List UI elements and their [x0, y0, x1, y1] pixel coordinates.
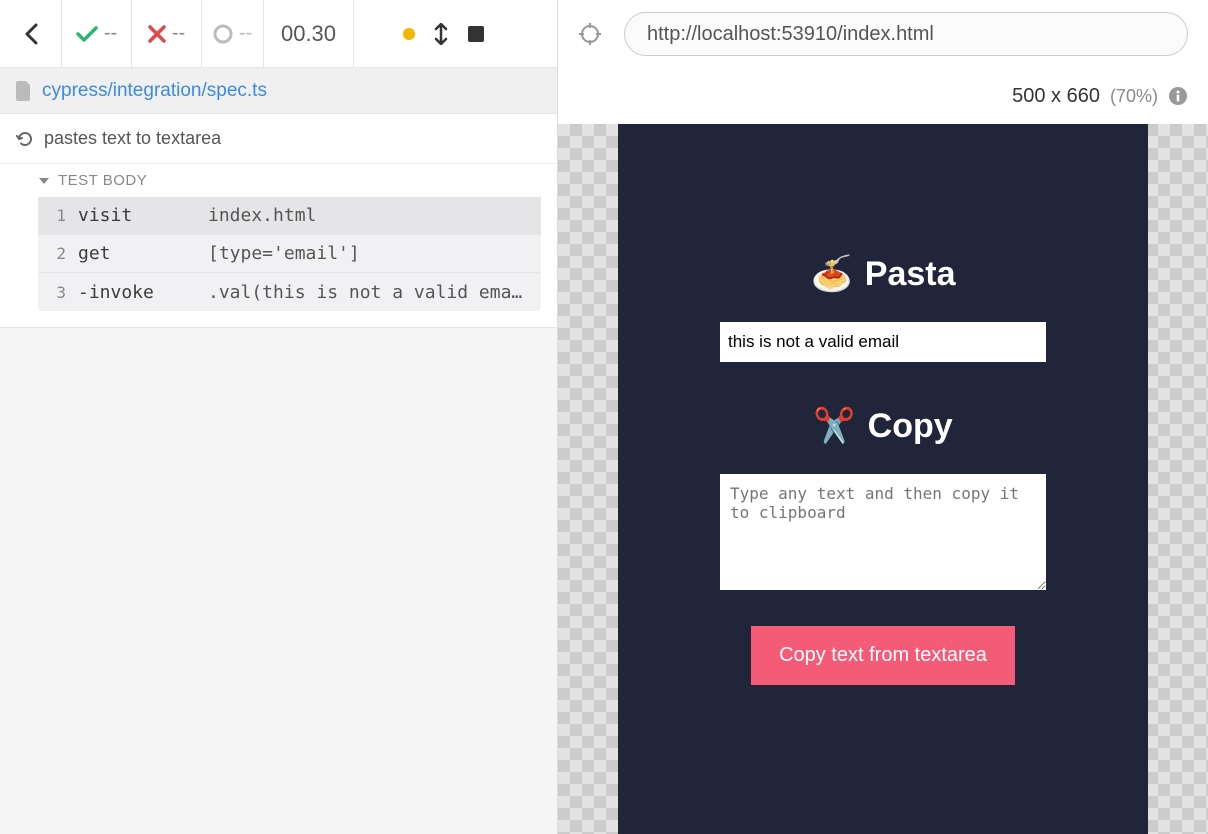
- viewport-dimensions: 500 x 660: [1012, 85, 1100, 108]
- info-icon[interactable]: [1168, 86, 1188, 106]
- command-number: 3: [38, 283, 78, 302]
- copy-heading-text: Copy: [868, 407, 953, 446]
- copy-heading: ✂️ Copy: [813, 406, 952, 446]
- x-icon: [148, 25, 166, 43]
- pasta-heading: 🍝 Pasta: [810, 254, 955, 294]
- command-row[interactable]: 1 visit index.html: [38, 197, 541, 235]
- command-name: -invoke: [78, 282, 208, 303]
- copy-textarea[interactable]: [720, 474, 1046, 590]
- url-bar: [558, 0, 1208, 68]
- command-arg: index.html: [208, 205, 541, 226]
- toolbar-spacer: [354, 0, 557, 67]
- pass-count: --: [62, 0, 132, 67]
- chevron-down-icon: [38, 176, 50, 186]
- resize-icon[interactable]: [433, 23, 449, 45]
- test-body-label: TEST BODY: [58, 172, 147, 189]
- pending-count: --: [202, 0, 264, 67]
- command-name: visit: [78, 205, 208, 226]
- command-number: 1: [38, 206, 78, 225]
- back-button[interactable]: [0, 0, 62, 67]
- command-row[interactable]: 3 -invoke .val(this is not a valid ema…: [38, 273, 541, 311]
- preview-area: 🍝 Pasta ✂️ Copy Copy text from textarea: [558, 124, 1208, 834]
- spaghetti-icon: 🍝: [810, 254, 852, 294]
- app-frame: 🍝 Pasta ✂️ Copy Copy text from textarea: [618, 124, 1148, 834]
- pass-count-value: --: [104, 22, 117, 45]
- document-icon: [16, 81, 32, 101]
- crosshair-icon[interactable]: [578, 22, 602, 46]
- pending-count-value: --: [239, 22, 252, 45]
- cypress-runner-panel: -- -- -- 00.30 cypress/integration/spec.…: [0, 0, 558, 834]
- status-dot-icon: [403, 28, 415, 40]
- spec-file-bar[interactable]: cypress/integration/spec.ts: [0, 68, 557, 114]
- elapsed-time-value: 00.30: [281, 21, 336, 47]
- email-field[interactable]: [720, 322, 1046, 362]
- viewport-scale: (70%): [1110, 86, 1158, 107]
- viewport-info: 500 x 660 (70%): [558, 68, 1208, 124]
- command-row[interactable]: 2 get [type='email']: [38, 235, 541, 273]
- reload-icon: [16, 130, 34, 148]
- circle-icon: [213, 24, 233, 44]
- command-number: 2: [38, 244, 78, 263]
- stop-icon[interactable]: [467, 25, 485, 43]
- command-arg: .val(this is not a valid ema…: [208, 282, 541, 303]
- test-title-row[interactable]: pastes text to textarea: [0, 114, 557, 164]
- test-body: TEST BODY 1 visit index.html 2 get [type…: [0, 164, 557, 327]
- fail-count: --: [132, 0, 202, 67]
- url-input[interactable]: [624, 12, 1188, 56]
- scissors-icon: ✂️: [813, 406, 855, 446]
- pasta-heading-text: Pasta: [865, 255, 956, 294]
- elapsed-time: 00.30: [264, 0, 354, 67]
- fail-count-value: --: [172, 22, 185, 45]
- command-arg: [type='email']: [208, 243, 541, 264]
- command-name: get: [78, 243, 208, 264]
- test-block: pastes text to textarea TEST BODY 1 visi…: [0, 114, 557, 328]
- copy-button[interactable]: Copy text from textarea: [751, 626, 1015, 685]
- preview-panel: 500 x 660 (70%) 🍝 Pasta ✂️ Copy Copy tex…: [558, 0, 1208, 834]
- runner-toolbar: -- -- -- 00.30: [0, 0, 557, 68]
- check-icon: [76, 25, 98, 43]
- command-log: 1 visit index.html 2 get [type='email'] …: [38, 197, 541, 311]
- test-body-toggle[interactable]: TEST BODY: [38, 172, 541, 189]
- chevron-left-icon: [24, 23, 38, 45]
- test-title: pastes text to textarea: [44, 128, 221, 149]
- spec-file-path: cypress/integration/spec.ts: [42, 80, 267, 102]
